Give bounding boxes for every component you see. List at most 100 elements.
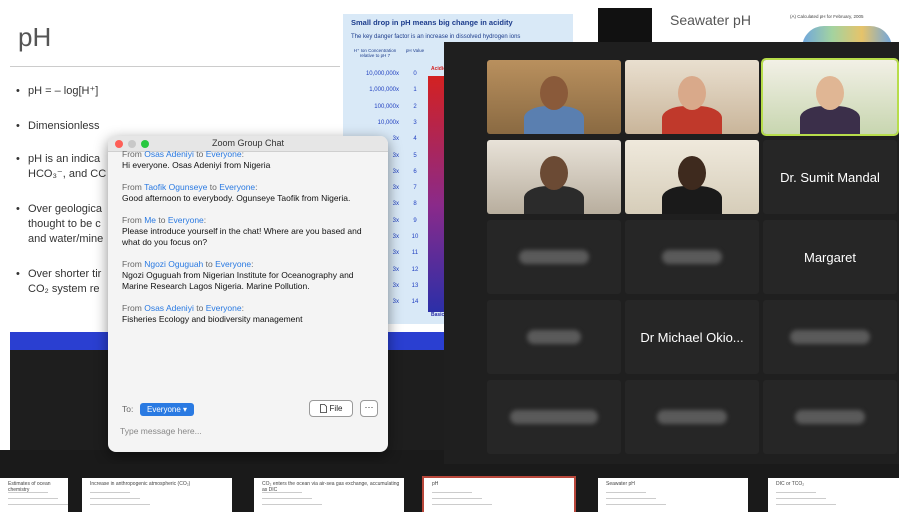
chat-to-word: to: [158, 215, 166, 225]
chat-from-label: From: [122, 149, 142, 159]
acidity-title: Small drop in pH means big change in aci…: [351, 18, 513, 27]
slide-thumbnail-title: Increase in anthropogenic atmospheric (C…: [90, 481, 191, 487]
chat-to-word: to: [196, 303, 204, 313]
participant-tile[interactable]: [763, 300, 897, 374]
chat-message-header: From Osas Adeniyi to Everyone:: [122, 149, 244, 159]
blurred-participant-name: [795, 410, 865, 424]
slide-thumbnail[interactable]: Seawater pH: [598, 478, 748, 512]
participant-body: [524, 106, 584, 134]
participant-name: Dr Michael Okio...: [640, 329, 744, 345]
recipient-dropdown[interactable]: Everyone ▾: [140, 403, 195, 416]
chat-to-word: to: [209, 182, 217, 192]
slide-bullet: and water/mine: [28, 233, 104, 245]
chat-sender-name[interactable]: Osas Adeniyi: [144, 149, 194, 159]
zoom-gallery: Dr. Sumit Mandal Margaret Dr Michael Okio.…: [444, 42, 899, 464]
seawater-caption: (A) Calculated pH for February, 2005: [790, 14, 864, 19]
slide-thumbnail-content: [432, 492, 472, 493]
chat-message-text: Fisheries Ecology and biodiversity manag…: [122, 314, 303, 324]
participant-tile[interactable]: Margaret: [763, 220, 897, 294]
chat-message-header: From Osas Adeniyi to Everyone:: [122, 303, 244, 313]
blurred-participant-name: [662, 250, 722, 264]
acidity-row-ph: 11: [411, 250, 419, 257]
chat-message-input[interactable]: [120, 424, 370, 438]
participant-tile[interactable]: Dr Michael Okio...: [625, 300, 759, 374]
participant-tile[interactable]: Dr. Sumit Mandal: [763, 140, 897, 214]
participant-video: [487, 140, 621, 214]
chat-sender-name[interactable]: Taofik Ogunseye: [144, 182, 207, 192]
participant-tile[interactable]: [487, 380, 621, 454]
acidity-row-ph: 10: [411, 234, 419, 240]
participant-tile[interactable]: [763, 380, 897, 454]
acidity-row-concentration: 10,000,000x: [365, 71, 399, 77]
slide-bullet: pH = – log[H⁺]: [14, 84, 98, 99]
chat-to-label: To:: [122, 404, 134, 414]
chat-from-label: From: [122, 215, 142, 225]
slide-gap: [598, 8, 652, 42]
acidity-row-ph: 7: [413, 185, 417, 192]
participant-tile[interactable]: [625, 220, 759, 294]
chat-recipient-name[interactable]: Everyone: [219, 182, 255, 192]
slide-bullet: Dimensionless: [14, 119, 100, 134]
participant-body: [800, 106, 860, 134]
slide-thumbnail[interactable]: DIC or TCO₂: [768, 478, 899, 512]
file-button[interactable]: File: [309, 400, 353, 417]
slide-thumbnail-content: [8, 504, 68, 505]
slide-thumbnail[interactable]: pH: [422, 476, 576, 512]
chat-recipient-name[interactable]: Everyone: [215, 259, 251, 269]
participant-tile[interactable]: [625, 380, 759, 454]
participant-face: [540, 156, 568, 190]
screen: pH pH = – log[H⁺] Dimensionless pH is an i…: [0, 0, 899, 512]
acidity-row-ph: 9: [413, 217, 417, 224]
chat-sender-name[interactable]: Ngozi Oguguah: [144, 259, 203, 269]
slide-thumbnail-content: [90, 492, 130, 493]
acidity-row-ph: 3: [413, 119, 417, 126]
chat-message-list[interactable]: From Osas Adeniyi to Everyone: Hi everyon…: [122, 148, 378, 335]
participant-video: [487, 60, 621, 134]
chat-window-title: Zoom Group Chat: [211, 138, 285, 148]
participant-name: Margaret: [803, 249, 857, 265]
participant-tile[interactable]: [487, 220, 621, 294]
acidity-row-concentration: 1,000,000x: [369, 87, 399, 94]
participant-body: [662, 186, 722, 214]
acidity-row-ph: 0: [413, 71, 417, 77]
acidity-row-ph: 13: [411, 282, 419, 289]
zoom-group-chat-window[interactable]: Zoom Group Chat From Osas Adeniyi to Eve…: [108, 136, 388, 452]
participant-tile[interactable]: [487, 60, 621, 134]
chat-to-word: to: [205, 259, 213, 269]
chat-message-text: Ngozi Oguguah from Nigerian Institute fo…: [122, 270, 354, 291]
acidity-row-ph: 5: [413, 152, 417, 159]
file-button-label: File: [329, 404, 343, 413]
participant-tile[interactable]: [761, 58, 899, 136]
slide-thumbnail-content: [262, 504, 322, 505]
chevron-down-icon: ▾: [183, 405, 188, 414]
slide-thumbnail[interactable]: Estimates of ocean chemistry: [0, 478, 68, 512]
participant-body: [524, 186, 584, 214]
chat-recipient-name[interactable]: Everyone: [206, 303, 242, 313]
acidity-row-ph: 8: [413, 201, 417, 208]
slide-thumbnail-content: [8, 498, 58, 499]
acidity-subtitle: The key danger factor is an increase in …: [351, 34, 521, 40]
slide-thumbnail[interactable]: Increase in anthropogenic atmospheric (C…: [82, 478, 232, 512]
chat-recipient-name[interactable]: Everyone: [206, 149, 242, 159]
slide-thumbnail[interactable]: CO₂ enters the ocean via air-sea gas exc…: [254, 478, 404, 512]
slide-bullet: Over geologica: [14, 202, 102, 217]
chat-sender-name[interactable]: Me: [144, 215, 156, 225]
participant-tile[interactable]: [625, 140, 759, 214]
participant-tile[interactable]: [487, 140, 621, 214]
chat-sender-name[interactable]: Osas Adeniyi: [144, 303, 194, 313]
blurred-participant-name: [519, 250, 589, 264]
chat-to-word: to: [196, 149, 204, 159]
participant-face: [678, 76, 706, 110]
slide-thumbnail-content: [606, 504, 666, 505]
slide-bullet: thought to be c: [28, 218, 101, 230]
chat-message-text: Hi everyone. Osas Adeniyi from Nigeria: [122, 160, 271, 170]
slide-title: pH: [18, 22, 52, 52]
participant-tile[interactable]: [625, 60, 759, 134]
participant-tile[interactable]: [487, 300, 621, 374]
acidity-row-ph: 14: [411, 299, 419, 306]
chat-message: From Taofik Ogunseye to Everyone: Good af…: [122, 181, 378, 204]
chat-recipient-name[interactable]: Everyone: [168, 215, 204, 225]
chat-message-header: From Ngozi Oguguah to Everyone:: [122, 259, 254, 269]
acidity-col-ph: pH Value: [405, 48, 425, 53]
more-options-button[interactable]: ···: [360, 400, 378, 417]
